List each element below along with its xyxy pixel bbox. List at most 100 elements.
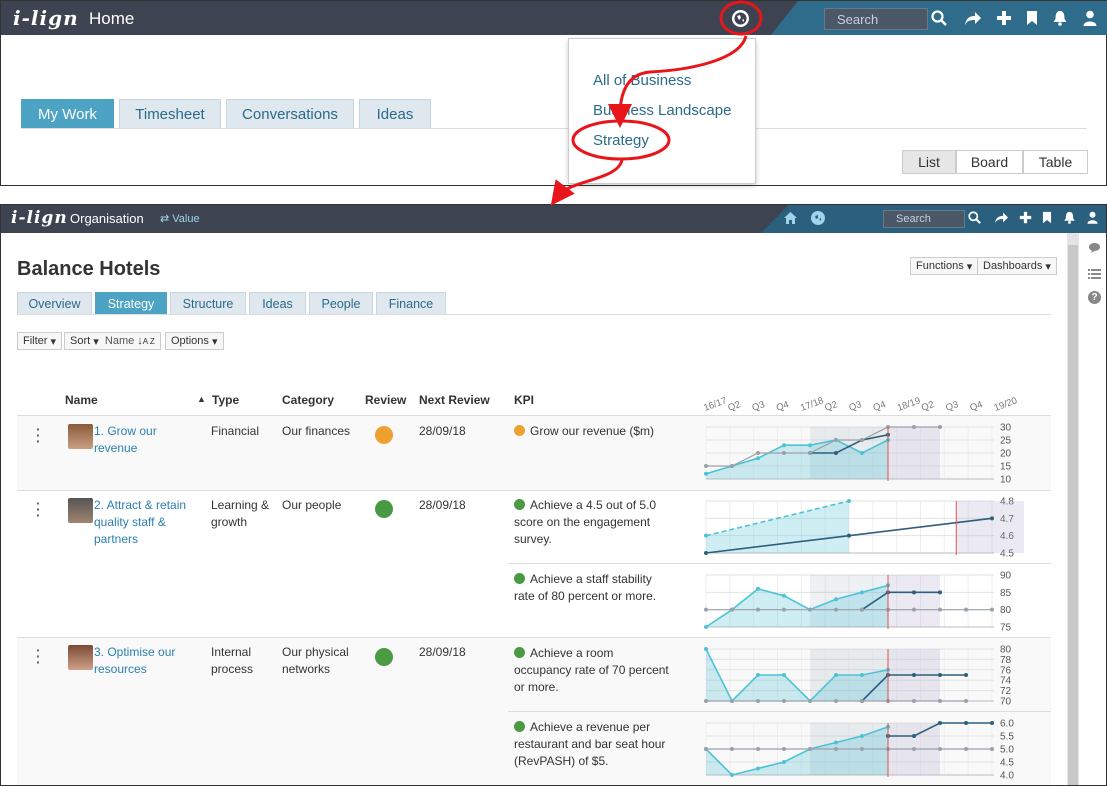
timeline-label: 19/20 [993,395,1019,413]
app-logo[interactable]: i-lign [11,208,68,228]
col-header-next-review[interactable]: Next Review [419,393,490,407]
scrollbar-thumb[interactable] [1068,245,1078,785]
options-button[interactable]: Options ▾ [165,332,224,350]
row-menu-icon[interactable]: · · · [36,496,42,522]
data-point [782,760,786,764]
data-point [990,516,994,521]
data-point [704,464,708,468]
bookmark-icon[interactable] [1042,211,1052,224]
kpi-status-dot [514,573,525,584]
tab-ideas[interactable]: Ideas [249,292,306,315]
objective-name-link[interactable]: 1. Grow our revenue [94,423,194,457]
comment-icon[interactable] [1088,242,1101,254]
data-point [964,721,968,725]
data-point [834,699,838,703]
search-input[interactable]: Search [824,8,928,30]
view-table-button[interactable]: Table [1023,150,1088,174]
data-point [704,747,708,751]
y-tick-label: 4.5 [1000,758,1014,769]
menu-item-all-of-business[interactable]: All of Business [593,72,691,89]
help-icon[interactable]: ? [1088,291,1101,304]
bookmark-icon[interactable] [1026,10,1038,26]
data-point [808,699,812,703]
tab-ideas[interactable]: Ideas [359,99,431,129]
data-point [912,590,916,595]
col-header-review[interactable]: Review [365,393,406,407]
kpi-text: Achieve a revenue per restaurant and bar… [514,720,666,768]
y-tick-label: 90 [1000,571,1012,582]
data-point [847,499,851,503]
tab-timesheet[interactable]: Timesheet [119,99,221,129]
y-tick-label: 25 [1000,436,1012,447]
list-icon[interactable] [1088,268,1101,280]
tab-my-work[interactable]: My Work [21,99,114,129]
home-icon[interactable] [783,211,798,225]
data-point [782,699,786,703]
user-icon[interactable] [1087,211,1098,224]
bell-icon[interactable] [1052,10,1068,26]
y-tick-label: 10 [1000,475,1012,484]
data-point [834,673,838,677]
globe-icon[interactable] [811,211,825,225]
search-input[interactable]: Search [883,210,965,228]
data-point [704,471,708,476]
menu-item-strategy[interactable]: Strategy [593,132,649,149]
col-header-kpi[interactable]: KPI [514,393,534,407]
share-icon[interactable] [964,10,982,26]
tab-people[interactable]: People [309,292,373,315]
search-icon[interactable] [968,211,981,224]
page-title: Home [89,9,135,28]
avatar [68,498,93,523]
col-header-type[interactable]: Type [212,393,239,407]
data-point [756,747,760,751]
col-header-category[interactable]: Category [282,393,334,407]
data-point [704,625,708,629]
kpi-divider [508,563,1051,564]
data-point [808,607,812,612]
dashboards-dropdown[interactable]: Dashboards ▾ [977,257,1057,275]
user-icon[interactable] [1083,10,1097,26]
plus-icon[interactable] [996,10,1012,26]
data-point [730,773,734,777]
app-logo[interactable]: i-lign [13,6,79,30]
filter-button[interactable]: Filter ▾ [17,332,63,350]
menu-item-business-landscape[interactable]: Business Landscape [593,102,731,119]
view-list-button[interactable]: List [902,150,956,174]
globe-icon[interactable] [732,10,749,27]
kpi-sparkline-chart: 30 25 20 15 10 [704,423,1012,484]
functions-dropdown[interactable]: Functions ▾ [910,257,979,275]
data-point [808,747,812,751]
search-icon[interactable] [931,10,947,26]
sort-button[interactable]: Sort ▾ Name ↓ A Z [64,332,161,350]
tab-conversations[interactable]: Conversations [226,99,354,129]
data-point [782,451,786,455]
share-icon[interactable] [994,211,1009,224]
objective-name-link[interactable]: 3. Optimise our resources [94,644,194,678]
org-tabs: Overview Strategy Structure Ideas People… [17,292,449,315]
data-point [782,747,786,751]
tab-overview[interactable]: Overview [17,292,92,315]
timeline-label: Q4 [968,399,984,414]
plus-icon[interactable] [1019,211,1032,224]
data-point [938,590,942,595]
tab-finance[interactable]: Finance [376,292,446,315]
row-menu-icon[interactable]: · · · [36,643,42,669]
data-point [756,673,760,677]
data-point [860,607,864,612]
objective-name-link[interactable]: 2. Attract & retain quality staff & part… [94,497,194,548]
data-point [834,607,838,612]
col-header-name[interactable]: Name [65,393,98,407]
value-toggle[interactable]: ⇄ Value [160,212,200,225]
next-review-cell: 28/09/18 [419,424,466,438]
timeline-label: Q4 [872,399,888,414]
bell-icon[interactable] [1063,211,1076,224]
view-board-button[interactable]: Board [956,150,1023,174]
tab-strategy[interactable]: Strategy [95,292,167,315]
data-point [782,607,786,612]
data-point [834,740,838,745]
page-title: Balance Hotels [17,258,161,280]
data-point [730,699,734,703]
y-tick-label: 5.5 [1000,732,1014,743]
tab-structure[interactable]: Structure [170,292,246,315]
row-menu-icon[interactable]: · · · [36,422,42,448]
